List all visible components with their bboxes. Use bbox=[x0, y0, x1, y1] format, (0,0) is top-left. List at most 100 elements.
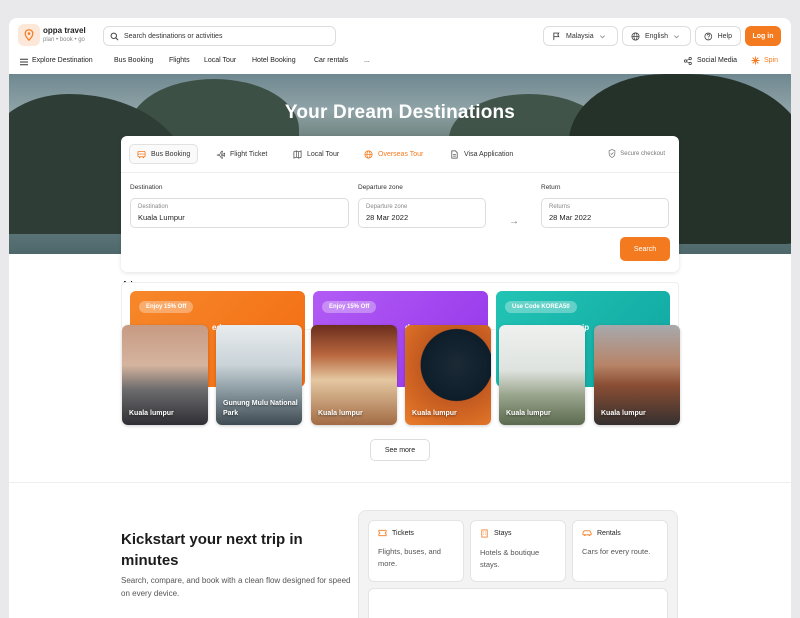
nav-explore-destination[interactable]: Explore Destination bbox=[32, 57, 93, 64]
search-icon bbox=[110, 32, 119, 40]
kickstart-subtitle: Search, compare, and book with a clean f… bbox=[121, 576, 351, 599]
feature-title: Stays bbox=[494, 530, 512, 537]
tab-divider bbox=[121, 172, 679, 173]
see-more-button[interactable]: See more bbox=[370, 439, 430, 461]
return-field[interactable]: Returns 28 Mar 2022 bbox=[541, 198, 669, 228]
destination-name: Kuala lumpur bbox=[318, 409, 363, 417]
feature-panel: Tickets Flights, buses, and more. Stays … bbox=[358, 510, 678, 618]
main-nav: Explore Destination Bus Booking Flights … bbox=[9, 52, 791, 72]
nav-hotel-booking[interactable]: Hotel Booking bbox=[252, 57, 296, 64]
ticket-icon bbox=[378, 529, 387, 537]
destination-card[interactable]: Kuala lumpur bbox=[405, 325, 491, 425]
building-icon bbox=[481, 529, 488, 538]
chevron-down-icon bbox=[599, 34, 605, 38]
country-label: Malaysia bbox=[566, 32, 594, 40]
search-button[interactable]: Search bbox=[620, 237, 670, 261]
location-pin-icon[interactable] bbox=[18, 24, 40, 46]
tab-bus-booking[interactable]: Bus Booking bbox=[129, 144, 199, 164]
nav-local-tour[interactable]: Local Tour bbox=[204, 57, 236, 64]
language-label: English bbox=[645, 32, 668, 40]
nav-flights[interactable]: Flights bbox=[169, 57, 190, 64]
flag-icon bbox=[553, 32, 560, 40]
return-label: Return bbox=[541, 184, 561, 191]
login-button[interactable]: Log in bbox=[745, 26, 781, 46]
country-selector[interactable]: Malaysia bbox=[543, 26, 618, 46]
destination-card[interactable]: Kuala lumpur bbox=[499, 325, 585, 425]
tab-label: Bus Booking bbox=[151, 150, 191, 158]
tab-label: Overseas Tour bbox=[378, 150, 424, 158]
top-bar: oppa travel plan • book • go Search dest… bbox=[9, 18, 791, 52]
feature-card-stays[interactable]: Stays Hotels & boutique stays. bbox=[470, 520, 566, 582]
field-placeholder: Destination bbox=[138, 204, 169, 210]
promo-badge: Enjoy 15% Off bbox=[322, 301, 377, 313]
field-value: 28 Mar 2022 bbox=[549, 213, 592, 222]
destination-field[interactable]: Destination Kuala Lumpur bbox=[130, 198, 349, 228]
tab-local-tour[interactable]: Local Tour bbox=[286, 144, 346, 164]
map-icon bbox=[293, 149, 302, 159]
app-window: oppa travel plan • book • go Search dest… bbox=[9, 18, 791, 618]
bus-icon bbox=[137, 150, 146, 158]
secure-checkout: Secure checkout bbox=[608, 149, 665, 158]
feature-card-rentals[interactable]: Rentals Cars for every route. bbox=[572, 520, 668, 582]
destination-name: Gunung Mulu National Park bbox=[223, 400, 298, 417]
destination-name: Kuala lumpur bbox=[506, 409, 551, 417]
spin-icon bbox=[751, 56, 760, 65]
plane-icon bbox=[216, 150, 225, 159]
feature-desc: Flights, buses, and more. bbox=[378, 547, 441, 568]
globe-icon bbox=[631, 31, 640, 41]
departure-label: Departure zone bbox=[358, 184, 403, 191]
help-icon bbox=[704, 32, 713, 40]
nav-social-media[interactable]: Social Media bbox=[697, 57, 737, 64]
section-divider bbox=[9, 482, 791, 483]
destination-name: Kuala lumpur bbox=[412, 409, 457, 417]
tab-label: Local Tour bbox=[307, 150, 340, 158]
nav-car-rentals[interactable]: Car rentals bbox=[314, 57, 348, 64]
kickstart-title: Kickstart your next trip in minutes bbox=[121, 531, 303, 569]
help-button[interactable]: Help bbox=[695, 26, 741, 46]
field-placeholder: Departure zone bbox=[366, 204, 408, 210]
globe-icon bbox=[364, 149, 373, 159]
feature-desc: Hotels & boutique stays. bbox=[480, 548, 540, 569]
shield-icon bbox=[609, 149, 616, 158]
tab-flight-ticket[interactable]: Flight Ticket bbox=[209, 144, 274, 164]
tab-visa-application[interactable]: Visa Application bbox=[443, 144, 520, 164]
booking-card: Bus Booking Flight Ticket Local Tour Ove… bbox=[121, 136, 679, 272]
chevron-down-icon bbox=[673, 34, 679, 38]
search-input[interactable]: Search destinations or activities bbox=[103, 26, 336, 46]
departure-field[interactable]: Departure zone 28 Mar 2022 bbox=[358, 198, 486, 228]
destination-name: Kuala lumpur bbox=[601, 409, 646, 417]
destination-label: Destination bbox=[130, 184, 163, 191]
tab-label: Visa Application bbox=[464, 150, 514, 158]
destination-card[interactable]: Kuala lumpur bbox=[122, 325, 208, 425]
brand-tagline: plan • book • go bbox=[43, 37, 85, 43]
destination-card[interactable]: Gunung Mulu National Park bbox=[216, 325, 302, 425]
destination-name: Kuala lumpur bbox=[129, 409, 174, 417]
menu-icon[interactable] bbox=[20, 58, 28, 66]
nav-bus-booking[interactable]: Bus Booking bbox=[114, 57, 153, 64]
feature-desc: Cars for every route. bbox=[582, 547, 651, 556]
help-label: Help bbox=[717, 32, 732, 40]
tab-label: Flight Ticket bbox=[230, 150, 268, 158]
arrow-right-icon: → bbox=[509, 216, 519, 227]
share-icon bbox=[684, 57, 692, 65]
field-placeholder: Returns bbox=[549, 204, 571, 210]
secure-label: Secure checkout bbox=[620, 150, 665, 157]
destination-card[interactable]: Kuala lumpur bbox=[594, 325, 680, 425]
hero-title: Your Dream Destinations bbox=[284, 102, 516, 123]
nav-more[interactable]: ... bbox=[364, 57, 370, 64]
field-value: 28 Mar 2022 bbox=[366, 213, 409, 222]
nav-spin[interactable]: Spin bbox=[764, 57, 778, 64]
promo-badge: Use Code KOREA50 bbox=[505, 301, 577, 313]
car-icon bbox=[582, 530, 592, 536]
language-selector[interactable]: English bbox=[622, 26, 691, 46]
tab-overseas-tour[interactable]: Overseas Tour bbox=[357, 144, 430, 164]
feature-title: Tickets bbox=[392, 529, 414, 537]
document-icon bbox=[451, 150, 458, 158]
feature-card-tickets[interactable]: Tickets Flights, buses, and more. bbox=[368, 520, 464, 582]
brand-name: oppa travel bbox=[43, 26, 86, 35]
search-placeholder: Search destinations or activities bbox=[124, 32, 223, 40]
destination-card[interactable]: Kuala lumpur bbox=[311, 325, 397, 425]
brand[interactable]: oppa travel plan • book • go bbox=[43, 26, 86, 43]
field-value: Kuala Lumpur bbox=[138, 213, 185, 222]
feature-card bbox=[368, 588, 668, 618]
